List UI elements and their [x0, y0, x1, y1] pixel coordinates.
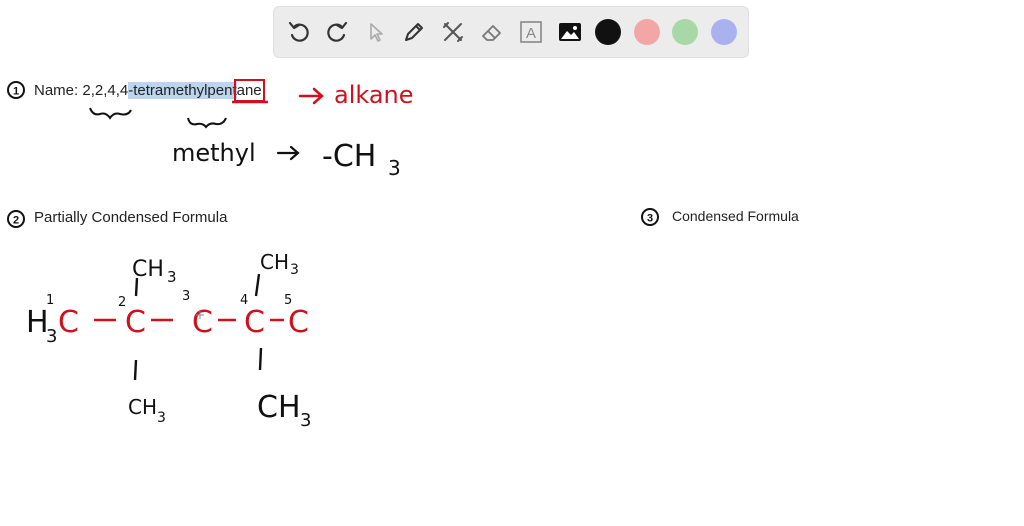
ch3-top-c4: CH [260, 250, 289, 274]
ch3-bottom-c4-sub: 3 [300, 410, 311, 431]
carbon-number-3: 3 [182, 289, 190, 304]
ch3-bottom-c4: CH [257, 390, 301, 425]
pen-icon[interactable] [400, 18, 428, 46]
brace-methyl [187, 117, 227, 129]
ch3-subscript: 3 [388, 156, 401, 180]
whiteboard-canvas[interactable]: 1 Name: 2,2,4,4-tetramethylpentane 2 Par… [0, 62, 1024, 526]
carbon-number-1: 1 [46, 293, 54, 308]
brace-locants [89, 107, 132, 120]
ch3-top-c4-sub: 3 [290, 262, 299, 278]
ch3-top-c2: CH [132, 257, 164, 282]
undo-icon[interactable] [285, 18, 313, 46]
carbon-3: C [192, 305, 213, 340]
red-arrow [298, 87, 324, 105]
pointer-icon[interactable] [362, 18, 390, 46]
redo-icon[interactable] [323, 18, 351, 46]
bond-c2-bottom [133, 359, 138, 381]
bond-c4-top [254, 273, 261, 297]
ch3-top-c2-sub: 3 [167, 268, 177, 286]
carbon-2: C [125, 305, 146, 340]
ch3-bottom-c2: CH [128, 395, 157, 419]
bond-c4-bottom [258, 347, 263, 371]
methyl-arrow [276, 145, 300, 161]
color-swatch-black[interactable] [595, 19, 621, 45]
image-icon[interactable] [556, 18, 584, 46]
color-swatch-red[interactable] [634, 19, 660, 45]
svg-text:A: A [526, 25, 536, 42]
eraser-icon[interactable] [478, 18, 506, 46]
drawing-toolbar: A [273, 6, 749, 58]
h3-subscript: 3 [46, 326, 57, 347]
text-box-icon[interactable]: A [517, 18, 545, 46]
color-swatch-green[interactable] [672, 19, 698, 45]
methyl-annotation: methyl [172, 139, 256, 167]
carbon-1: C [58, 305, 79, 340]
ch3-bottom-c2-sub: 3 [157, 410, 166, 426]
ch3-annotation: -CH [322, 139, 376, 174]
alkane-annotation: alkane [334, 81, 414, 109]
handwriting-layer: alkane methyl -CH 3 H 3 1 C 2 C 3 C 4 C … [26, 81, 414, 431]
tools-icon[interactable] [439, 18, 467, 46]
carbon-5: C [288, 305, 309, 340]
carbon-4: C [244, 305, 265, 340]
color-swatch-blue[interactable] [711, 19, 737, 45]
